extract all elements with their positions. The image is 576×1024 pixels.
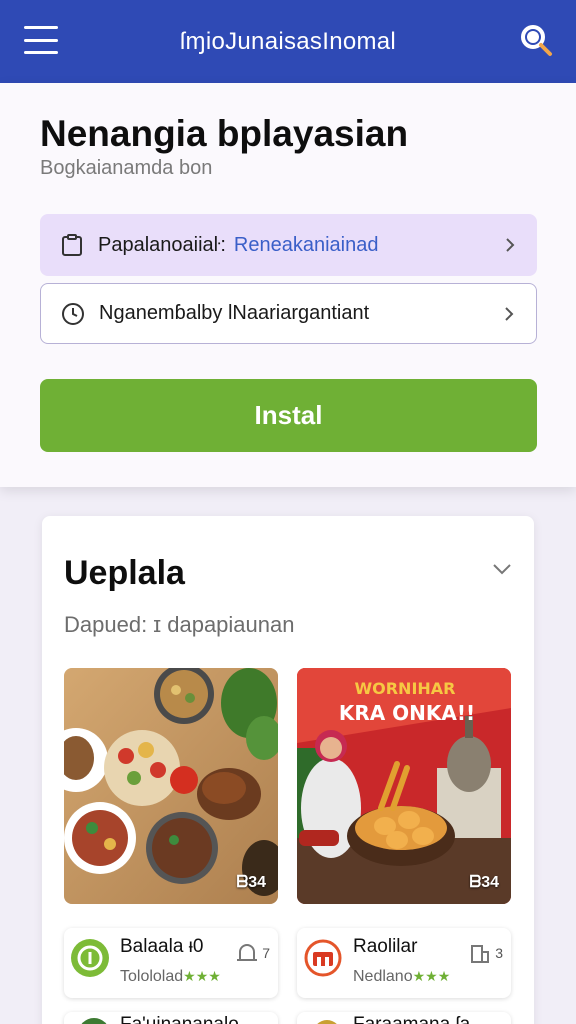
promo-tile[interactable]: WORNIHAR KRA ONKA!! ᗷ34 <box>297 668 511 904</box>
tile-badge: ᗷ34 <box>236 874 266 891</box>
food-image <box>64 668 278 904</box>
section-title: Ueplala <box>64 554 185 592</box>
list-item-title: Faraamana ſa <box>353 1014 470 1024</box>
hero-panel: Nenangia bplayasian Bogkaianamda bon Pap… <box>0 83 576 487</box>
tile-badge: ᗷ34 <box>469 874 499 891</box>
info-row-label: Papalanoaiiaŀ: <box>98 233 226 256</box>
rating-stars: ★★★ <box>183 968 221 984</box>
list-item[interactable]: Faraamana ſa <box>297 1012 511 1024</box>
search-icon[interactable] <box>518 22 554 58</box>
list-item[interactable]: Raolilar Nedlano★★★ 3 <box>297 928 511 998</box>
clock-icon <box>62 302 84 325</box>
info-row-schedule[interactable]: Nganemɓalby ƖNaariargantiant <box>40 283 537 344</box>
promo-image: WORNIHAR KRA ONKA!! <box>297 668 511 904</box>
promo-headline-2: KRA ONKA!! <box>339 701 475 725</box>
install-button[interactable]: Instal <box>40 379 537 452</box>
section-subtitle: Dapued: ɪ dapapiaunan <box>64 612 295 637</box>
info-row-value: Reneakaniainad <box>233 233 379 256</box>
badge-icon <box>317 1020 337 1024</box>
hamburger-menu-icon[interactable] <box>24 26 58 54</box>
clipboard-icon <box>62 234 82 256</box>
list-item[interactable]: Balaala ᵻ0 Tolololad★★★ 7 <box>64 928 278 998</box>
bell-icon <box>237 944 258 961</box>
list-item-subtitle: Nedlano★★★ <box>353 968 451 985</box>
list-item-title: Fa'uinananalo <box>120 1014 239 1024</box>
badge-icon <box>81 1018 107 1024</box>
list-item-title: Raolilar <box>353 936 418 957</box>
page-subtitle: Bogkaianamda bon <box>40 157 213 179</box>
food-tile[interactable]: ᗷ34 <box>64 668 278 904</box>
featured-section: Ueplala Dapued: ɪ dapapiaunan ᗷ34 WORNIH… <box>42 516 534 1024</box>
count-badge: 3 <box>467 940 503 966</box>
building-icon <box>471 945 490 963</box>
chevron-down-icon[interactable] <box>492 562 512 576</box>
list-item[interactable]: Fa'uinananalo <box>64 1012 278 1024</box>
count-badge: 7 <box>234 940 270 966</box>
info-row-primary[interactable]: Papalanoaiiaŀ: Reneakaniainad <box>40 214 537 276</box>
info-row-label: Nganemɓalby ƖNaariargantiant <box>99 302 370 324</box>
list-item-subtitle: Tolololad★★★ <box>120 968 221 985</box>
promo-headline-1: WORNIHAR <box>354 679 455 698</box>
chevron-right-icon <box>506 238 515 252</box>
app-bar: ſɱioJunaisasInomal <box>0 0 576 83</box>
app-title: ſɱioJunaisasInomal <box>179 27 397 55</box>
page-title: Nenangia bplayasian <box>40 113 409 154</box>
rating-stars: ★★★ <box>412 968 451 984</box>
store-icon <box>304 939 342 977</box>
chevron-right-icon <box>505 306 514 321</box>
list-item-title: Balaala ᵻ0 <box>120 936 204 957</box>
location-badge-icon <box>71 939 109 977</box>
